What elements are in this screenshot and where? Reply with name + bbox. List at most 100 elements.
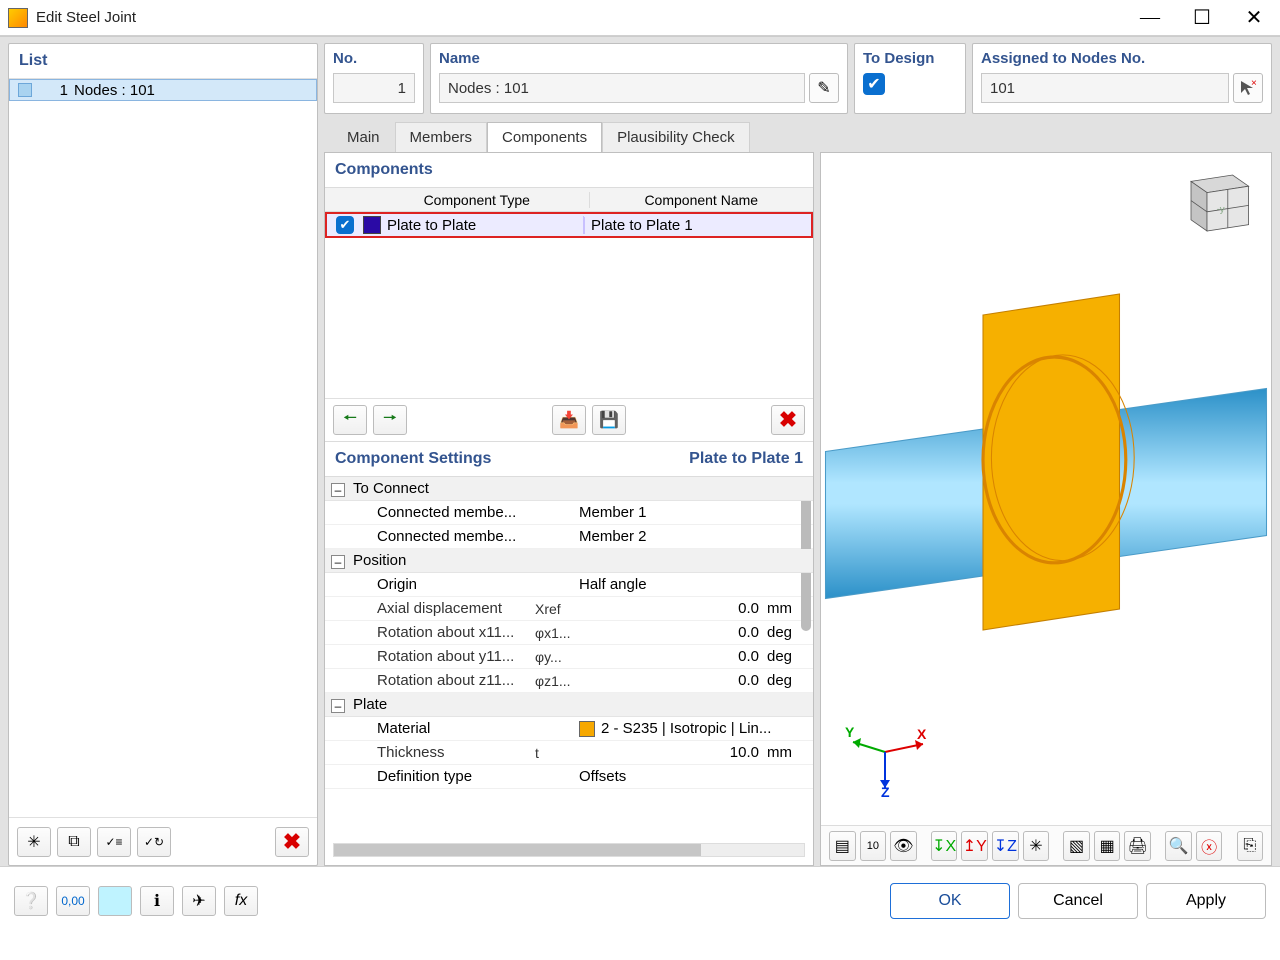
component-name-value: Plate to Plate 1 xyxy=(584,217,811,234)
tab-bar: Main Members Components Plausibility Che… xyxy=(324,120,1272,152)
component-enable-checkbox[interactable]: ✔ xyxy=(336,216,354,234)
prop-row[interactable]: Connected membe... Member 2 xyxy=(325,525,813,549)
model-render xyxy=(821,273,1271,693)
arrow-right-icon: 🠖 xyxy=(383,407,397,434)
assigned-nodes-input[interactable]: 101 xyxy=(981,73,1229,103)
move-up-button[interactable]: 🠔 xyxy=(333,405,367,435)
checklist-button[interactable]: ✓≡ xyxy=(97,827,131,857)
tab-members[interactable]: Members xyxy=(395,122,488,152)
material-color-icon xyxy=(579,721,595,737)
components-title: Components xyxy=(325,153,813,188)
help-button[interactable]: ❔ xyxy=(14,886,48,916)
delete-entry-button[interactable]: ✖ xyxy=(275,827,309,857)
list-item-color-icon xyxy=(18,83,32,97)
bottom-bar: ❔ 0,00 ℹ ✈ fx OK Cancel Apply xyxy=(0,866,1280,934)
copy-entry-button[interactable]: ⧉ xyxy=(57,827,91,857)
name-input[interactable]: Nodes : 101 xyxy=(439,73,805,103)
vp-axis-y-button[interactable]: ↥Y xyxy=(961,831,988,861)
to-design-label: To Design xyxy=(863,50,957,67)
horizontal-scrollbar[interactable] xyxy=(333,843,805,857)
title-bar: Edit Steel Joint — ☐ ✕ xyxy=(0,0,1280,36)
list-item-label: Nodes : 101 xyxy=(74,82,155,99)
tab-plausibility[interactable]: Plausibility Check xyxy=(602,122,750,152)
assigned-nodes-label: Assigned to Nodes No. xyxy=(981,50,1263,67)
vp-axis-x-button[interactable]: ↧X xyxy=(931,831,958,861)
apply-button[interactable]: Apply xyxy=(1146,883,1266,919)
component-row[interactable]: ✔ Plate to Plate Plate to Plate 1 xyxy=(325,212,813,238)
prop-row[interactable]: Origin Half angle xyxy=(325,573,813,597)
viewport-toolbar: ▤ 10 👁 ↧X ↥Y ↧Z ✳ ▧ ▦ 🖨 🔍 ⓧ ⎘ xyxy=(821,825,1271,865)
vp-print-button[interactable]: 🖨 xyxy=(1124,831,1151,861)
cancel-button[interactable]: Cancel xyxy=(1018,883,1138,919)
component-type-value: Plate to Plate xyxy=(387,217,476,234)
pick-nodes-button[interactable]: × xyxy=(1233,73,1263,103)
section-plate[interactable]: – Plate xyxy=(325,693,813,717)
list-header: List xyxy=(9,44,317,79)
settings-subtitle: Plate to Plate 1 xyxy=(689,450,803,468)
to-design-group: To Design ✔ xyxy=(854,43,966,114)
vp-axis-z-button[interactable]: ↧Z xyxy=(992,831,1019,861)
prop-row[interactable]: Thickness t 10.0 mm xyxy=(325,741,813,765)
list-item[interactable]: 1 Nodes : 101 xyxy=(9,79,317,101)
tab-main[interactable]: Main xyxy=(332,122,395,152)
collapse-icon[interactable]: – xyxy=(331,555,345,569)
to-design-checkbox[interactable]: ✔ xyxy=(863,73,885,95)
section-position[interactable]: – Position xyxy=(325,549,813,573)
settings-body: – To Connect Connected membe... Member 1… xyxy=(325,477,813,839)
import-icon: 📥 xyxy=(559,410,579,430)
info-button[interactable]: ℹ xyxy=(140,886,174,916)
window-title: Edit Steel Joint xyxy=(36,9,136,26)
section-to-connect[interactable]: – To Connect xyxy=(325,477,813,501)
vp-detach-button[interactable]: ⎘ xyxy=(1237,831,1264,861)
vp-zoom-button[interactable]: 🔍 xyxy=(1165,831,1192,861)
delete-component-button[interactable]: ✖ xyxy=(771,405,805,435)
ok-button[interactable]: OK xyxy=(890,883,1010,919)
prop-row[interactable]: Axial displacement Xref 0.0 mm xyxy=(325,597,813,621)
vp-visibility-button[interactable]: 👁 xyxy=(890,831,917,861)
minimize-button[interactable]: — xyxy=(1124,0,1176,36)
tab-components[interactable]: Components xyxy=(487,122,602,152)
vp-wireframe-button[interactable]: ▦ xyxy=(1094,831,1121,861)
svg-text:-y: -y xyxy=(1217,204,1225,215)
prop-row[interactable]: Material 2 - S235 | Isotropic | Lin... xyxy=(325,717,813,741)
vp-hide-button[interactable]: ⓧ xyxy=(1196,831,1223,861)
units-button[interactable]: 0,00 xyxy=(56,886,90,916)
name-label: Name xyxy=(439,50,839,67)
prop-row[interactable]: Rotation about z11... φz1... 0.0 deg xyxy=(325,669,813,693)
vp-measure-button[interactable]: 10 xyxy=(860,831,887,861)
color-button[interactable] xyxy=(98,886,132,916)
collapse-icon[interactable]: – xyxy=(331,483,345,497)
edit-name-button[interactable]: ✎ xyxy=(809,73,839,103)
prop-row[interactable]: Connected membe... Member 1 xyxy=(325,501,813,525)
maximize-button[interactable]: ☐ xyxy=(1176,0,1228,36)
send-button[interactable]: ✈ xyxy=(182,886,216,916)
save-button[interactable]: 💾 xyxy=(592,405,626,435)
assigned-nodes-group: Assigned to Nodes No. 101 × xyxy=(972,43,1272,114)
viewport-3d[interactable]: -y xyxy=(820,152,1272,866)
new-entry-button[interactable]: ✳ xyxy=(17,827,51,857)
components-panel: Components Component Type Component Name… xyxy=(324,152,814,866)
import-button[interactable]: 📥 xyxy=(552,405,586,435)
vp-layout-button[interactable]: ▤ xyxy=(829,831,856,861)
prop-row[interactable]: Rotation about y11... φy... 0.0 deg xyxy=(325,645,813,669)
name-field-group: Name Nodes : 101 ✎ xyxy=(430,43,848,114)
move-down-button[interactable]: 🠖 xyxy=(373,405,407,435)
prop-row[interactable]: Definition type Offsets xyxy=(325,765,813,789)
axis-triad: X Y Z xyxy=(845,722,935,805)
list-item-index: 1 xyxy=(42,82,68,99)
reload-checklist-button[interactable]: ✓↻ xyxy=(137,827,171,857)
formula-button[interactable]: fx xyxy=(224,886,258,916)
no-input[interactable]: 1 xyxy=(333,73,415,103)
no-field-group: No. 1 xyxy=(324,43,424,114)
cursor-pick-icon: × xyxy=(1239,79,1257,97)
delete-icon: ✖ xyxy=(779,407,797,433)
collapse-icon[interactable]: – xyxy=(331,699,345,713)
prop-row[interactable]: Rotation about x11... φx1... 0.0 deg xyxy=(325,621,813,645)
close-button[interactable]: ✕ xyxy=(1228,0,1280,36)
vp-shading-button[interactable]: ▧ xyxy=(1063,831,1090,861)
vp-iso-button[interactable]: ✳ xyxy=(1023,831,1050,861)
no-label: No. xyxy=(333,50,415,67)
view-cube[interactable]: -y xyxy=(1173,167,1257,239)
list-panel: List 1 Nodes : 101 ✳ ⧉ ✓≡ ✓↻ ✖ xyxy=(8,43,318,866)
col-component-type: Component Type xyxy=(365,192,590,208)
